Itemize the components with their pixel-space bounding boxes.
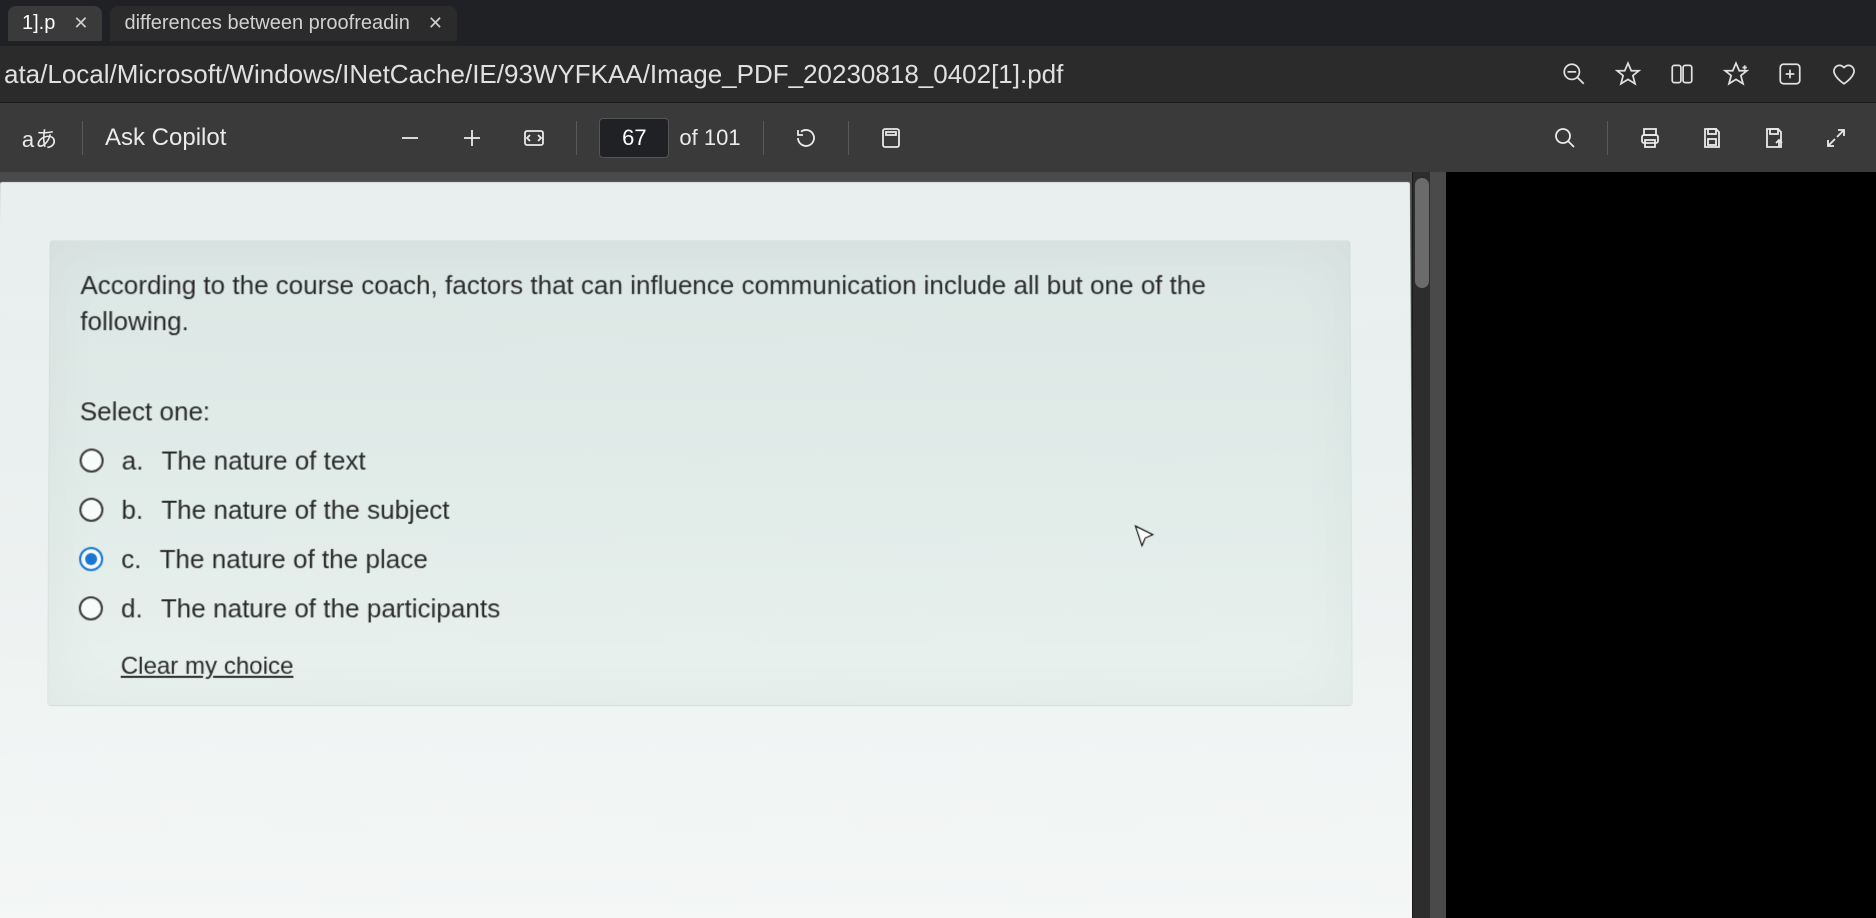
radio-icon[interactable] (79, 498, 103, 522)
question-card: According to the course coach, factors t… (47, 240, 1352, 706)
tab-label: differences between proofreadin (124, 12, 409, 35)
collections-icon[interactable] (1718, 56, 1754, 92)
scrollbar-thumb[interactable] (1415, 178, 1429, 288)
separator (576, 121, 577, 155)
split-screen-icon[interactable] (1664, 56, 1700, 92)
radio-icon[interactable] (79, 597, 103, 621)
option-letter: c. (121, 544, 141, 575)
save-as-icon[interactable] (1754, 118, 1794, 158)
tab-strip: 1].p ✕ differences between proofreadin ✕ (0, 0, 1876, 46)
close-icon[interactable]: ✕ (73, 13, 88, 34)
tab-label: 1].p (22, 12, 55, 35)
pdf-toolbar: aあ Ask Copilot of 101 (0, 102, 1876, 172)
browser-tab[interactable]: differences between proofreadin ✕ (110, 6, 456, 41)
page-total-label: of 101 (679, 125, 740, 151)
option-d[interactable]: d. The nature of the participants (79, 593, 1321, 624)
option-text: The nature of the participants (161, 593, 500, 624)
browser-chrome: 1].p ✕ differences between proofreadin ✕… (0, 0, 1876, 102)
fullscreen-icon[interactable] (1816, 118, 1856, 158)
pdf-page: According to the course coach, factors t… (0, 182, 1414, 918)
option-letter: d. (121, 593, 143, 624)
option-text: The nature of the subject (161, 494, 449, 525)
offscreen-black-region (1446, 172, 1876, 918)
fit-page-icon[interactable] (514, 118, 554, 158)
read-aloud-icon[interactable]: aあ (20, 118, 60, 158)
option-text: The nature of the place (160, 544, 428, 575)
clear-my-choice-link[interactable]: Clear my choice (121, 652, 294, 680)
separator (848, 121, 849, 155)
rotate-icon[interactable] (786, 118, 826, 158)
pdf-viewport: According to the course coach, factors t… (0, 172, 1876, 918)
ask-copilot-button[interactable]: Ask Copilot (105, 124, 226, 152)
zoom-out-button[interactable] (390, 118, 430, 158)
close-icon[interactable]: ✕ (428, 13, 443, 34)
vertical-scrollbar[interactable] (1412, 172, 1430, 918)
address-bar: ata/Local/Microsoft/Windows/INetCache/IE… (0, 46, 1876, 102)
page-number-input[interactable] (599, 118, 669, 158)
separator (1607, 121, 1608, 155)
browser-tab-active[interactable]: 1].p ✕ (8, 6, 102, 41)
select-one-label: Select one: (80, 396, 1320, 427)
add-to-collection-icon[interactable] (1772, 56, 1808, 92)
option-text: The nature of text (161, 445, 365, 476)
print-icon[interactable] (1630, 118, 1670, 158)
favorite-star-icon[interactable] (1610, 56, 1646, 92)
separator (763, 121, 764, 155)
radio-icon[interactable] (80, 449, 104, 473)
browser-essentials-icon[interactable] (1826, 56, 1862, 92)
option-a[interactable]: a. The nature of text (80, 445, 1321, 476)
url-text[interactable]: ata/Local/Microsoft/Windows/INetCache/IE… (4, 59, 1538, 90)
page-indicator: of 101 (599, 118, 740, 158)
zoom-out-icon[interactable] (1556, 56, 1592, 92)
find-icon[interactable] (1545, 118, 1585, 158)
save-icon[interactable] (1692, 118, 1732, 158)
page-view-icon[interactable] (871, 118, 911, 158)
option-letter: b. (121, 494, 143, 525)
question-text: According to the course coach, factors t… (80, 267, 1320, 340)
separator (82, 121, 83, 155)
zoom-in-button[interactable] (452, 118, 492, 158)
radio-icon[interactable] (79, 547, 103, 571)
option-letter: a. (122, 445, 144, 476)
